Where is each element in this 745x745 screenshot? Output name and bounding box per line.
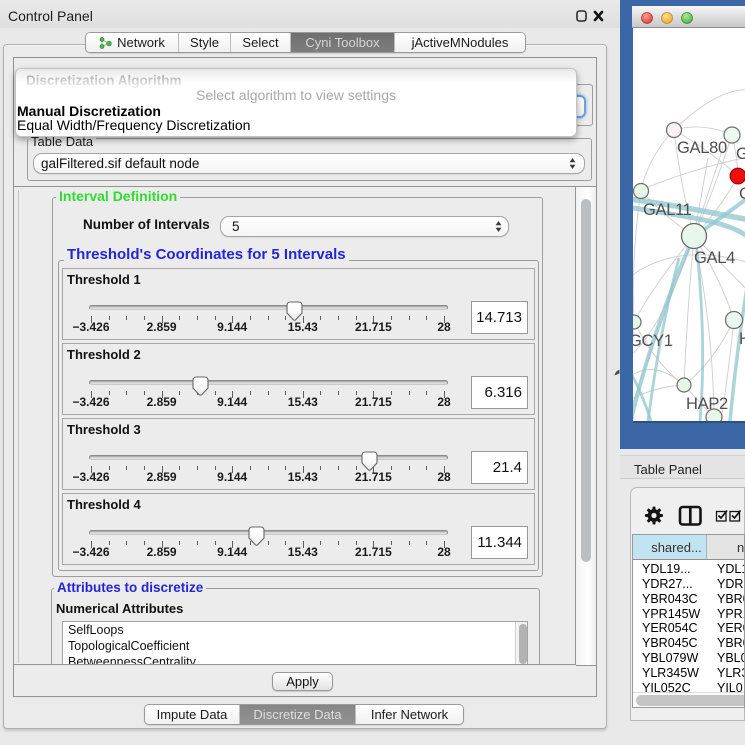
svg-text:GAL4: GAL4: [694, 249, 735, 267]
svg-text:HAP2: HAP2: [686, 395, 728, 413]
svg-text:GA: GA: [736, 145, 745, 163]
svg-text:GAL11: GAL11: [643, 201, 692, 219]
svg-text:C: C: [739, 185, 745, 203]
svg-text:GCY1: GCY1: [633, 332, 673, 350]
svg-text:HA: HA: [739, 330, 745, 348]
svg-text:GAL80: GAL80: [677, 139, 727, 157]
